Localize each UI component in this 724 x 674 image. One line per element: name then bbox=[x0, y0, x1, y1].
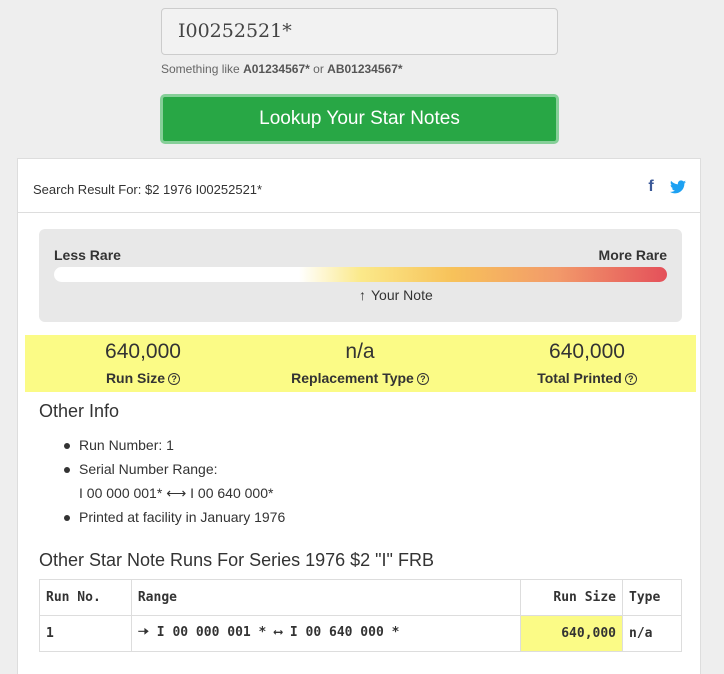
stats-band: 640,000 Run Size? n/a Replacement Type? … bbox=[25, 335, 696, 392]
cell-range: 🠢 I 00 000 001 * ⟷ I 00 640 000 * bbox=[130, 615, 522, 652]
result-panel: Search Result For: $2 1976 I00252521* f … bbox=[17, 158, 701, 674]
table-header-row: Run No. Range Run Size Type bbox=[39, 579, 682, 616]
search-result-label: Search Result For: $2 1976 I00252521* bbox=[33, 182, 263, 197]
your-note-label: Your Note bbox=[371, 287, 433, 303]
col-type: Type bbox=[622, 579, 682, 616]
search-hint: Something like A01234567* or AB01234567* bbox=[161, 62, 403, 76]
facebook-icon[interactable]: f bbox=[644, 178, 658, 196]
rarity-scale: Less Rare More Rare ↑ Your Note bbox=[39, 229, 682, 322]
run-size-label: Run Size? bbox=[43, 370, 243, 386]
serial-range-values: I 00 000 001* ⟷ I 00 640 000* bbox=[79, 485, 274, 501]
arrow-right-icon: 🠢 bbox=[137, 624, 149, 640]
arrow-up-icon: ↑ bbox=[359, 287, 366, 303]
total-printed-stat: 640,000 Total Printed? bbox=[487, 335, 687, 386]
more-rare-label: More Rare bbox=[598, 247, 667, 263]
cell-run-size: 640,000 bbox=[520, 615, 624, 652]
run-number-item: Run Number: 1 bbox=[64, 433, 285, 457]
double-arrow-icon: ⟷ bbox=[166, 485, 187, 501]
col-run-size: Run Size bbox=[520, 579, 624, 616]
replacement-type-value: n/a bbox=[345, 340, 375, 363]
cell-type: n/a bbox=[622, 615, 682, 652]
col-run-no: Run No. bbox=[39, 579, 132, 616]
other-info-list: Run Number: 1 Serial Number Range: I 00 … bbox=[64, 433, 285, 529]
help-icon[interactable]: ? bbox=[416, 373, 429, 385]
cell-run-no: 1 bbox=[39, 615, 132, 652]
less-rare-label: Less Rare bbox=[54, 247, 121, 263]
runs-title: Other Star Note Runs For Series 1976 $2 … bbox=[39, 550, 434, 570]
total-printed-value: 640,000 bbox=[549, 340, 625, 363]
replacement-type-label: Replacement Type? bbox=[259, 370, 461, 386]
total-printed-label: Total Printed? bbox=[487, 370, 687, 386]
other-info-title: Other Info bbox=[39, 401, 120, 421]
printed-item: Printed at facility in January 1976 bbox=[64, 505, 285, 529]
your-note-pointer: ↑ Your Note bbox=[359, 287, 433, 303]
rarity-gradient-bar bbox=[54, 267, 667, 282]
run-size-value: 640,000 bbox=[105, 340, 181, 363]
serial-search-input[interactable]: I00252521* bbox=[161, 8, 558, 55]
table-row: 1 🠢 I 00 000 001 * ⟷ I 00 640 000 * 640,… bbox=[39, 615, 682, 652]
run-size-stat: 640,000 Run Size? bbox=[43, 335, 243, 386]
col-range: Range bbox=[130, 579, 522, 616]
twitter-icon[interactable] bbox=[670, 180, 686, 194]
serial-range-item: Serial Number Range: bbox=[64, 457, 285, 481]
replacement-type-stat: n/a Replacement Type? bbox=[259, 335, 461, 386]
help-icon[interactable]: ? bbox=[624, 373, 637, 385]
help-icon[interactable]: ? bbox=[168, 373, 181, 385]
runs-table: Run No. Range Run Size Type 1 🠢 I 00 000… bbox=[39, 579, 682, 652]
lookup-button[interactable]: Lookup Your Star Notes bbox=[160, 94, 559, 144]
result-header: Search Result For: $2 1976 I00252521* f bbox=[18, 159, 700, 213]
double-arrow-icon: ⟷ bbox=[274, 624, 283, 640]
